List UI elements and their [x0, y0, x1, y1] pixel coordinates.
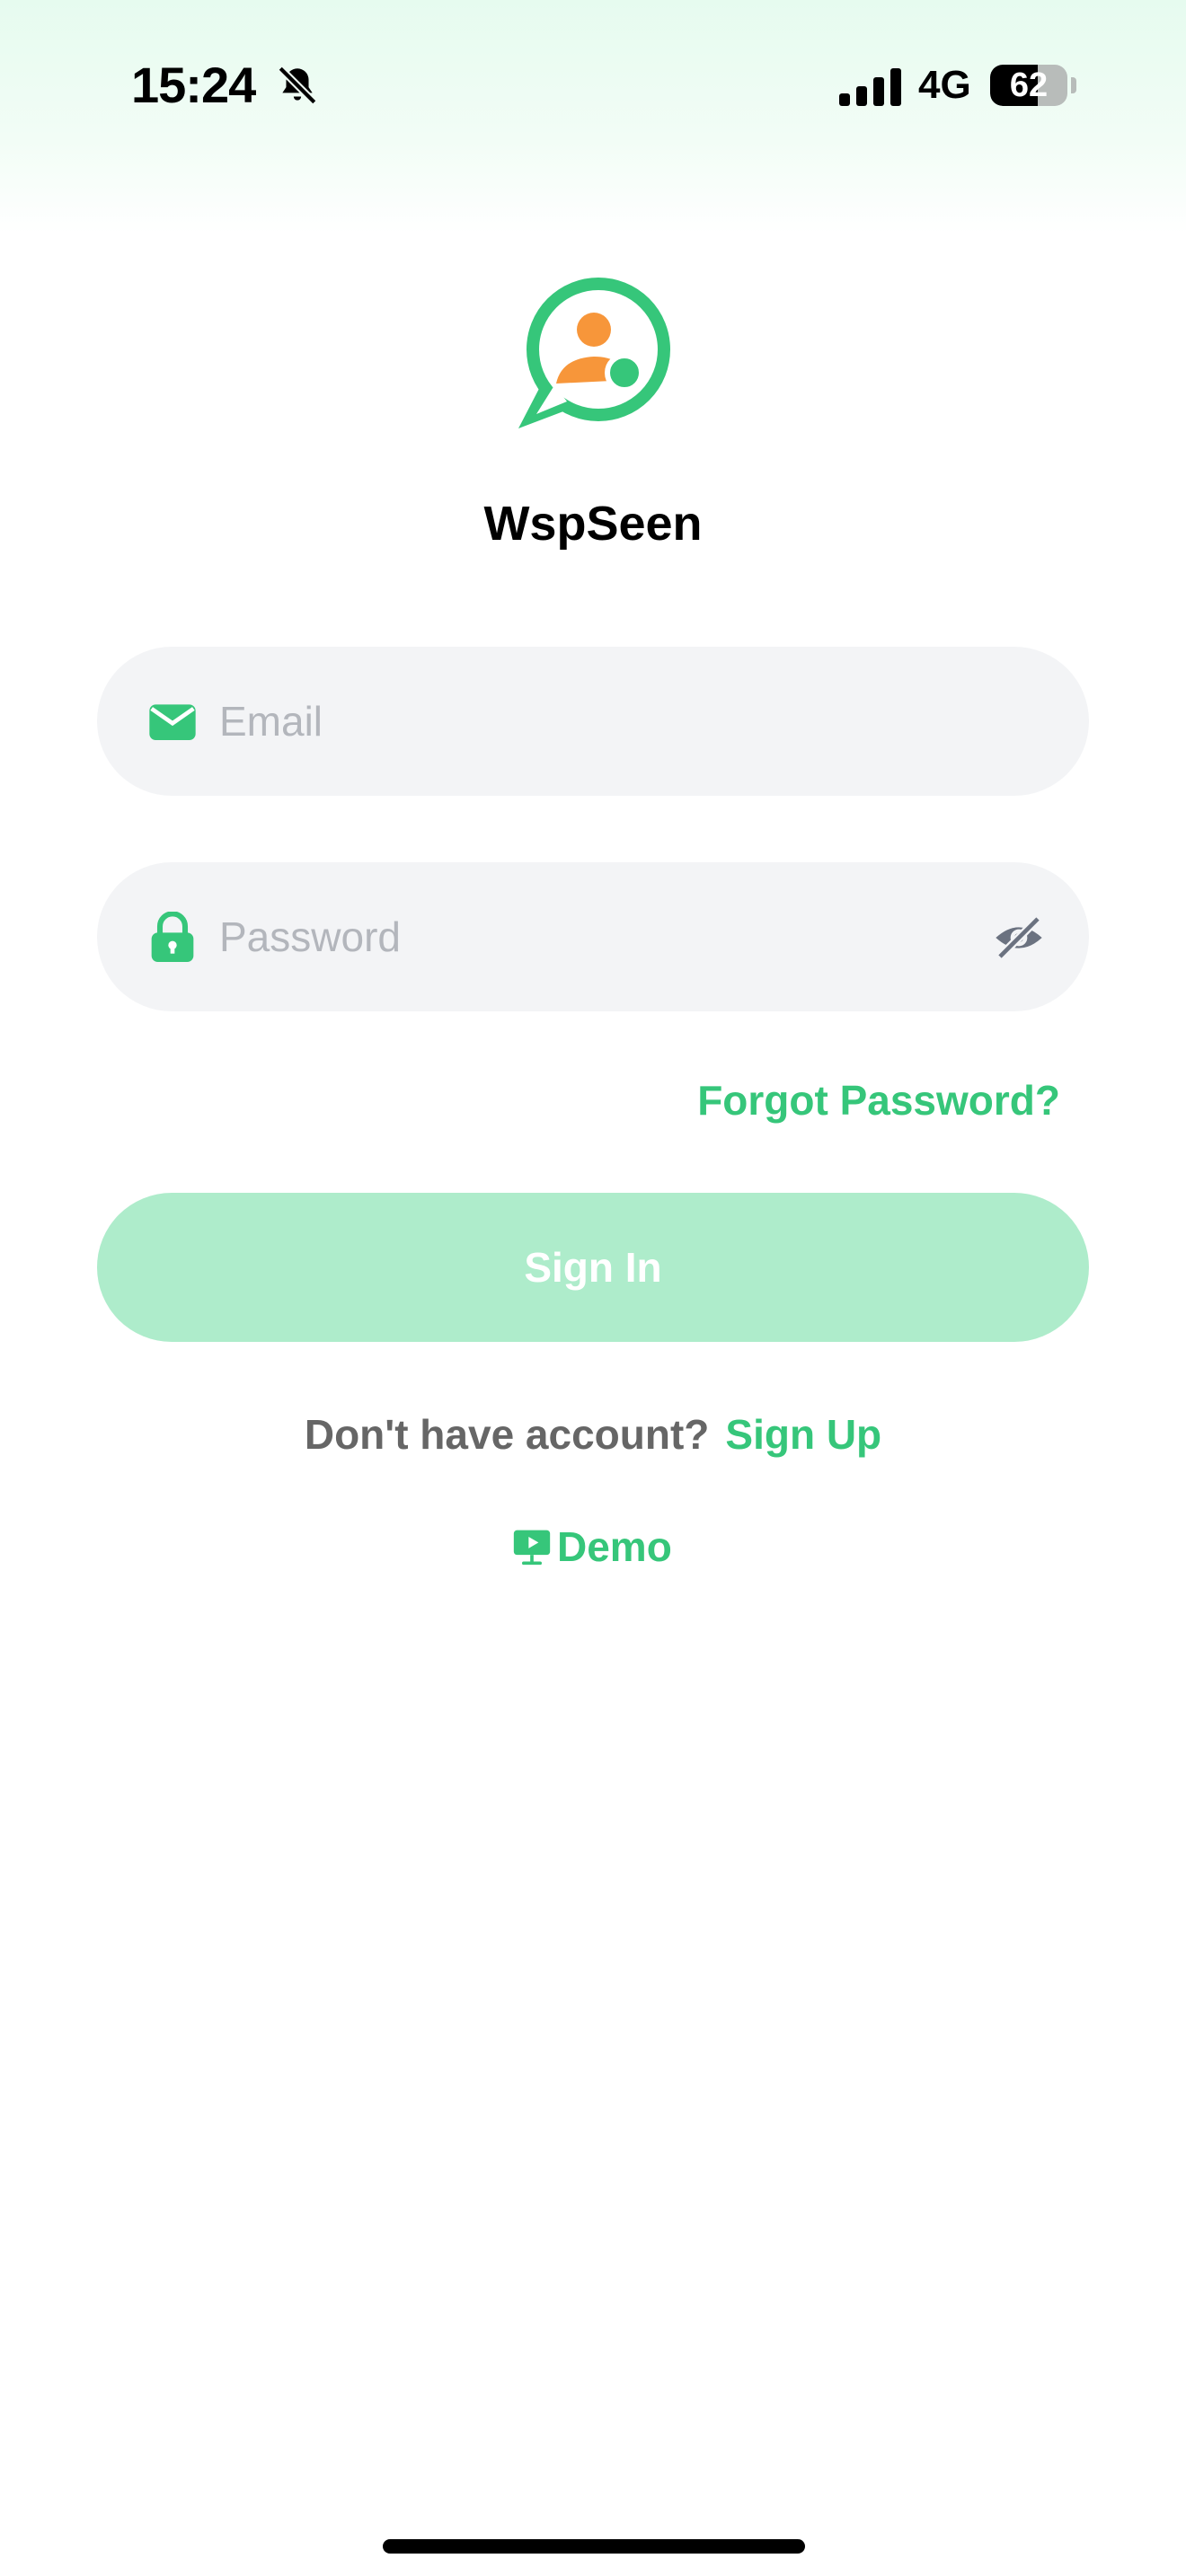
battery-level: 62: [1009, 66, 1049, 104]
network-type: 4G: [918, 63, 971, 107]
password-input[interactable]: [219, 862, 956, 1011]
signup-prompt: Don't have account?: [304, 1411, 710, 1458]
email-input[interactable]: [219, 647, 956, 796]
envelope-icon: [149, 704, 196, 740]
sign-in-button[interactable]: Sign In: [97, 1193, 1089, 1342]
monitor-play-icon: [513, 1530, 551, 1566]
lock-icon: [151, 912, 194, 962]
email-field-container[interactable]: [97, 647, 1089, 796]
password-field-container[interactable]: [97, 862, 1089, 1011]
demo-label: Demo: [557, 1523, 672, 1570]
battery-icon: 62: [990, 65, 1067, 106]
status-time: 15:24: [131, 57, 256, 113]
bell-slash-icon: [278, 66, 317, 105]
cellular-signal-icon: [839, 68, 901, 106]
app-logo-icon: [518, 278, 670, 428]
signup-row: Don't have account? Sign Up: [0, 1410, 1186, 1459]
battery-cap: [1071, 77, 1076, 93]
sign-up-link[interactable]: Sign Up: [725, 1411, 881, 1458]
status-bar: 15:24 4G 62: [0, 0, 1186, 180]
app-title: WspSeen: [483, 497, 703, 551]
demo-link[interactable]: Demo: [512, 1518, 672, 1575]
eye-slash-icon[interactable]: [994, 913, 1044, 963]
forgot-password-link[interactable]: Forgot Password?: [697, 1076, 1060, 1125]
home-indicator[interactable]: [383, 2539, 805, 2554]
